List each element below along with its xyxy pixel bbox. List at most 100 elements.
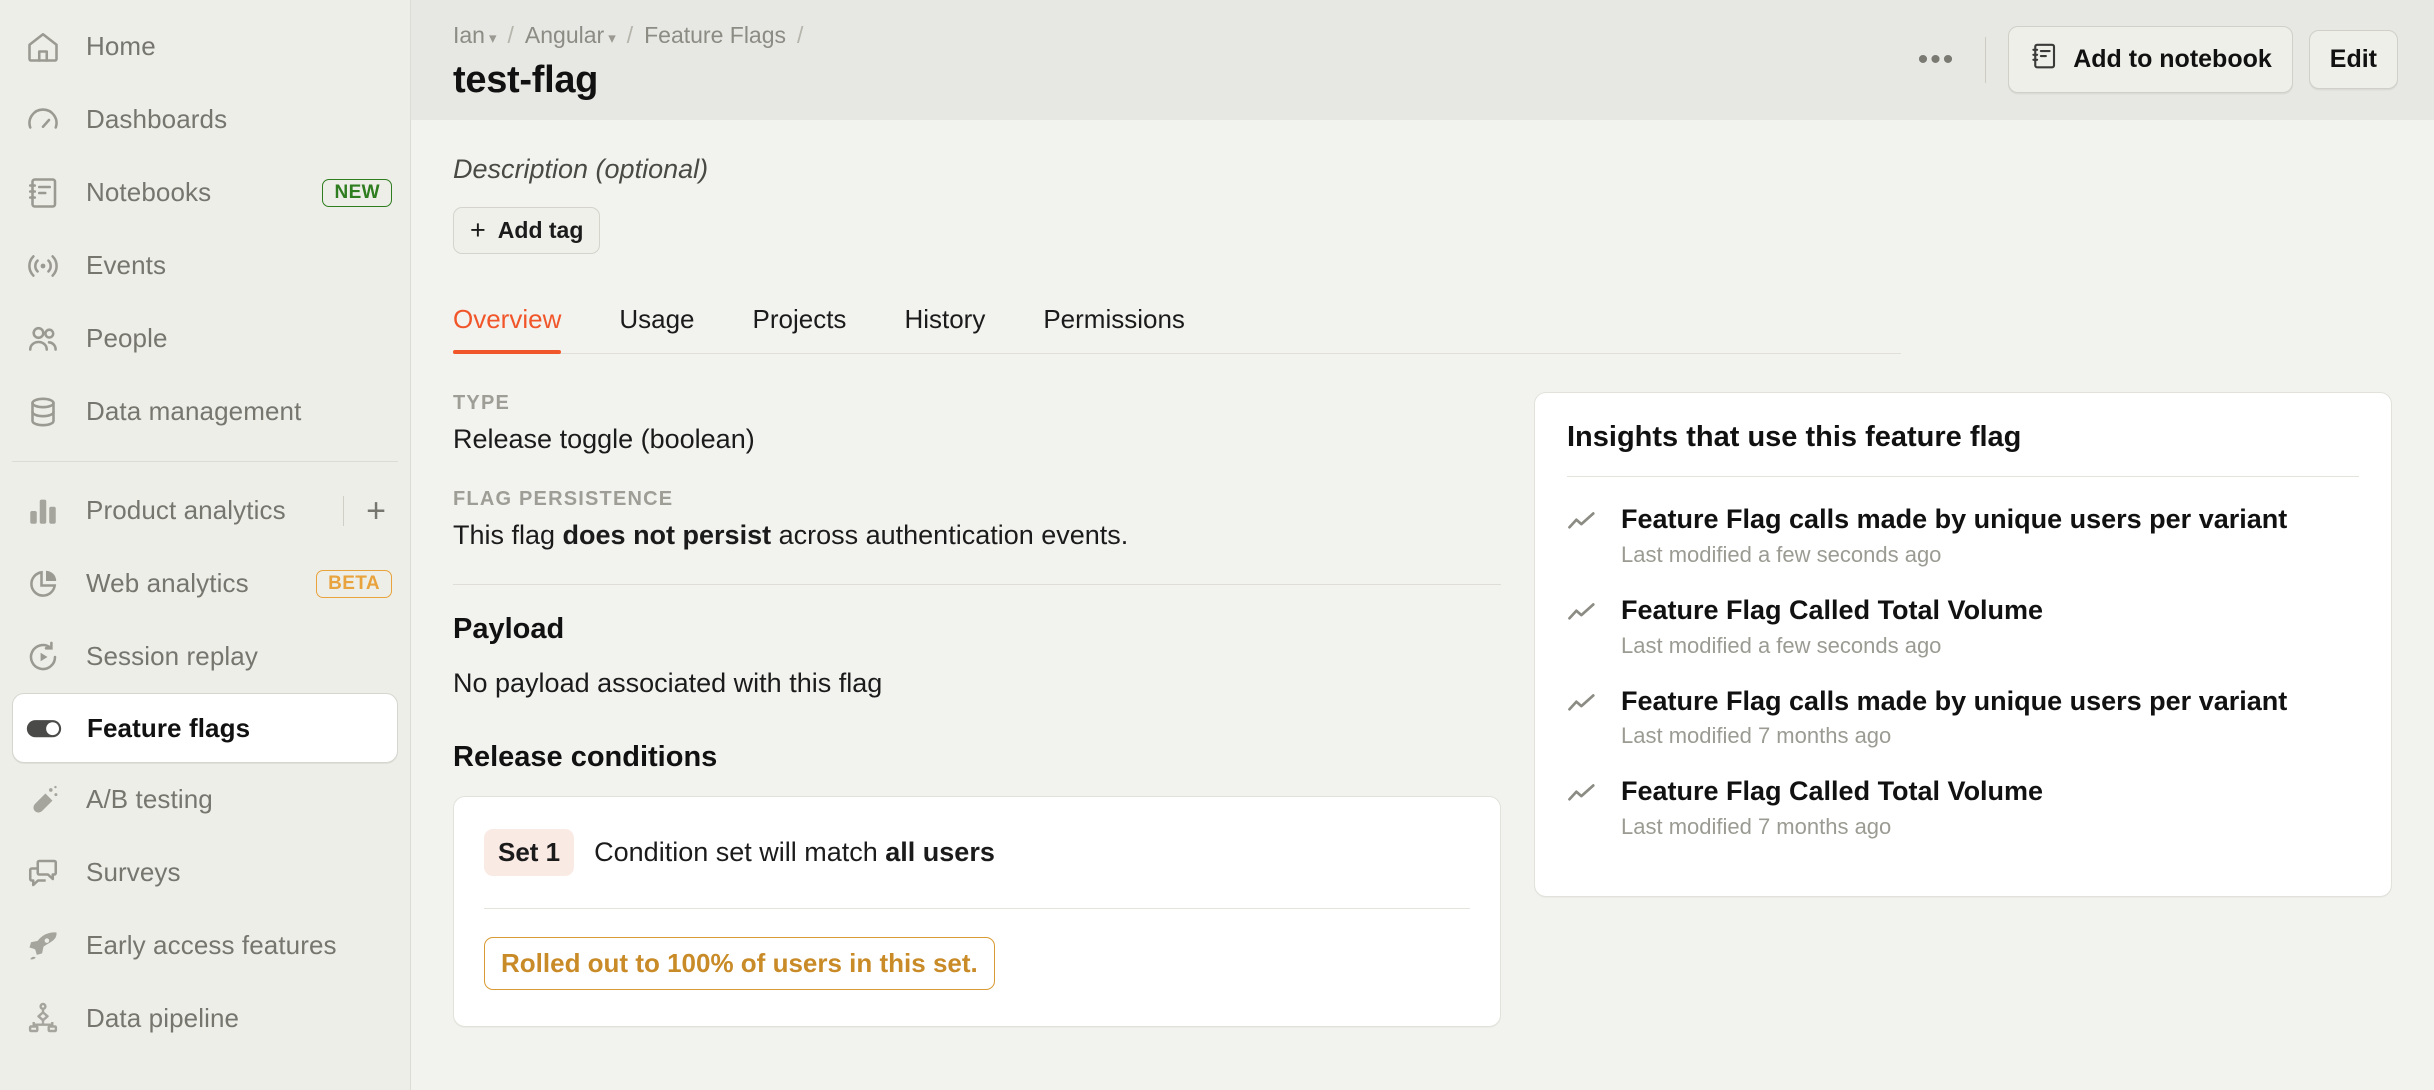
sidebar-item-label: Web analytics bbox=[86, 568, 249, 598]
list-item[interactable]: Feature Flag calls made by unique users … bbox=[1567, 503, 2359, 568]
pipeline-icon bbox=[22, 998, 64, 1040]
persistence-suffix: across authentication events. bbox=[771, 520, 1129, 550]
sidebar-item-label: Early access features bbox=[86, 930, 337, 960]
page-title: test-flag bbox=[453, 59, 599, 101]
release-conditions-title: Release conditions bbox=[453, 741, 718, 773]
overview-left-column: TYPE Release toggle (boolean) FLAG PERSI… bbox=[453, 392, 1501, 1027]
status-badge-new: NEW bbox=[322, 178, 392, 207]
topbar-actions: ••• Add to notebook Edit bbox=[1892, 18, 2398, 93]
flag-persistence-value: This flag does not persist across authen… bbox=[453, 520, 1501, 551]
list-item[interactable]: Feature Flag Called Total Volume Last mo… bbox=[1567, 594, 2359, 659]
chevron-down-icon: ▾ bbox=[608, 30, 616, 47]
type-label: TYPE bbox=[453, 392, 511, 414]
insight-name: Feature Flag Called Total Volume bbox=[1621, 776, 2044, 807]
sidebar-item-web-analytics[interactable]: Web analytics BETA bbox=[0, 547, 410, 620]
tab-projects[interactable]: Projects bbox=[753, 294, 847, 353]
insight-meta: Last modified a few seconds ago bbox=[1621, 541, 1942, 567]
sidebar-item-label: Notebooks bbox=[86, 177, 212, 207]
breadcrumb-separator: / bbox=[797, 22, 804, 48]
breadcrumb-label: Ian bbox=[453, 22, 485, 48]
insight-name: Feature Flag calls made by unique users … bbox=[1621, 504, 2288, 534]
add-to-notebook-label: Add to notebook bbox=[2073, 45, 2272, 73]
sidebar-item-events[interactable]: Events bbox=[0, 229, 410, 302]
add-to-notebook-button[interactable]: Add to notebook bbox=[2008, 26, 2293, 93]
breadcrumb-separator: / bbox=[507, 22, 514, 48]
vertical-divider bbox=[343, 495, 345, 526]
sidebar-item-label: Feature flags bbox=[87, 712, 251, 743]
description-field[interactable]: Description (optional) bbox=[453, 154, 2392, 185]
sidebar-item-data-pipeline[interactable]: Data pipeline bbox=[0, 982, 410, 1055]
overview-right-column: Insights that use this feature flag Feat… bbox=[1501, 392, 2392, 1027]
list-item[interactable]: Feature Flag calls made by unique users … bbox=[1567, 685, 2359, 750]
sidebar-item-label: People bbox=[86, 323, 168, 353]
trend-line-icon bbox=[1567, 594, 1601, 659]
sidebar-item-product-analytics[interactable]: Product analytics + bbox=[0, 474, 410, 547]
insight-meta: Last modified 7 months ago bbox=[1621, 814, 1892, 839]
more-options-button[interactable]: ••• bbox=[1892, 37, 1982, 83]
add-tag-label: Add tag bbox=[497, 217, 584, 243]
broadcast-icon bbox=[22, 245, 64, 287]
breadcrumb: Ian ▾ / Angular ▾ / Feature Flags / bbox=[453, 18, 803, 49]
add-tag-button[interactable]: + Add tag bbox=[453, 207, 601, 254]
insights-card: Insights that use this feature flag Feat… bbox=[1534, 392, 2392, 897]
edit-button[interactable]: Edit bbox=[2308, 30, 2398, 89]
plus-icon: + bbox=[470, 215, 486, 245]
sidebar-item-session-replay[interactable]: Session replay bbox=[0, 620, 410, 693]
flag-persistence-label: FLAG PERSISTENCE bbox=[453, 488, 674, 510]
breadcrumb-item-project[interactable]: Angular ▾ bbox=[525, 22, 616, 49]
sidebar-item-label: Dashboards bbox=[86, 104, 228, 134]
edit-label: Edit bbox=[2329, 45, 2377, 73]
tab-usage[interactable]: Usage bbox=[619, 294, 694, 353]
main-area: Ian ▾ / Angular ▾ / Feature Flags / test-f… bbox=[411, 0, 2434, 1090]
breadcrumb-label: Angular bbox=[524, 22, 605, 48]
insights-divider bbox=[1567, 476, 2359, 477]
replay-icon bbox=[22, 636, 64, 678]
sidebar: Home Dashboards Notebooks NEW Events Peo… bbox=[0, 0, 411, 1090]
add-product-analytics-button[interactable]: + bbox=[360, 494, 392, 528]
sidebar-item-dashboards[interactable]: Dashboards bbox=[0, 83, 410, 156]
gauge-icon bbox=[22, 99, 64, 141]
breadcrumb-item-org[interactable]: Ian ▾ bbox=[453, 22, 497, 49]
overview-columns: TYPE Release toggle (boolean) FLAG PERSI… bbox=[453, 392, 2392, 1027]
insight-name: Feature Flag Called Total Volume bbox=[1621, 594, 2044, 625]
sidebar-item-label: A/B testing bbox=[86, 784, 213, 814]
bar-chart-icon bbox=[22, 490, 64, 532]
sidebar-item-ab-testing[interactable]: A/B testing bbox=[0, 763, 410, 836]
set-badge: Set 1 bbox=[484, 829, 575, 876]
sidebar-item-early-access-features[interactable]: Early access features bbox=[0, 909, 410, 982]
pie-chart-icon bbox=[22, 563, 64, 605]
sidebar-item-label: Events bbox=[86, 250, 167, 280]
sidebar-item-notebooks[interactable]: Notebooks NEW bbox=[0, 156, 410, 229]
topbar: Ian ▾ / Angular ▾ / Feature Flags / test-f… bbox=[411, 0, 2434, 120]
insights-title: Insights that use this feature flag bbox=[1567, 421, 2022, 453]
tab-overview[interactable]: Overview bbox=[453, 294, 562, 354]
tab-permissions[interactable]: Permissions bbox=[1043, 294, 1185, 353]
flask-icon bbox=[22, 779, 64, 821]
insight-meta: Last modified 7 months ago bbox=[1621, 723, 1892, 749]
trend-line-icon bbox=[1567, 685, 1601, 750]
database-icon bbox=[22, 391, 64, 433]
insight-meta: Last modified a few seconds ago bbox=[1621, 632, 1942, 658]
list-item[interactable]: Feature Flag Called Total Volume Last mo… bbox=[1567, 775, 2359, 840]
breadcrumb-item-feature-flags[interactable]: Feature Flags bbox=[644, 22, 786, 49]
tab-history[interactable]: History bbox=[904, 294, 985, 353]
sidebar-divider bbox=[12, 461, 398, 462]
trend-line-icon bbox=[1567, 503, 1601, 568]
payload-text: No payload associated with this flag bbox=[453, 668, 883, 698]
sidebar-item-home[interactable]: Home bbox=[0, 10, 410, 83]
type-value: Release toggle (boolean) bbox=[453, 424, 755, 454]
sidebar-item-feature-flags[interactable]: Feature flags bbox=[12, 693, 398, 763]
sidebar-item-label: Data pipeline bbox=[86, 1003, 240, 1033]
people-icon bbox=[22, 318, 64, 360]
sidebar-item-label: Product analytics bbox=[86, 495, 286, 525]
notebook-icon bbox=[22, 172, 64, 214]
tabs: Overview Usage Projects History Permissi… bbox=[453, 294, 1901, 354]
sidebar-item-surveys[interactable]: Surveys bbox=[0, 836, 410, 909]
rocket-icon bbox=[22, 925, 64, 967]
home-icon bbox=[22, 26, 64, 68]
sidebar-item-people[interactable]: People bbox=[0, 302, 410, 375]
condition-divider bbox=[484, 908, 1470, 909]
breadcrumb-separator: / bbox=[626, 22, 634, 48]
sidebar-item-data-management[interactable]: Data management bbox=[0, 375, 410, 448]
condition-prefix: Condition set will match bbox=[594, 837, 886, 867]
